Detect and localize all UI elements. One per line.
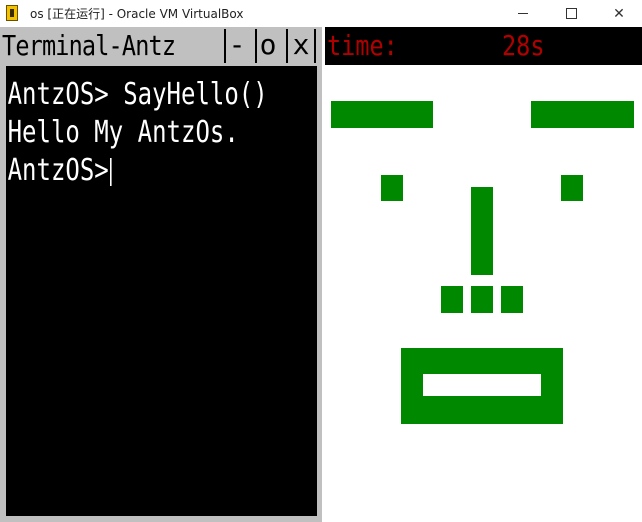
terminal-output[interactable]: AntzOS> SayHello() Hello My AntzOs. Antz… <box>6 66 317 516</box>
vm-screen[interactable]: Terminal-Antz - o x AntzOS> SayHello() H… <box>0 27 642 522</box>
minimize-button[interactable] <box>500 0 546 27</box>
nostril-left <box>441 286 463 313</box>
close-button[interactable]: ✕ <box>596 0 642 27</box>
terminal-minimize-button[interactable]: - <box>224 29 248 63</box>
window-title: os [正在运行] - Oracle VM VirtualBox <box>30 7 244 21</box>
terminal-line-command: AntzOS> SayHello() <box>7 77 268 112</box>
nose-tip <box>471 286 493 313</box>
terminal-titlebar[interactable]: Terminal-Antz - o x <box>0 27 322 65</box>
right-eyebrow <box>531 101 634 128</box>
text-cursor <box>110 157 112 186</box>
terminal-prompt-line[interactable]: AntzOS> <box>6 152 255 190</box>
terminal-prompt: AntzOS> <box>7 153 109 188</box>
timer-label: time: <box>327 29 398 62</box>
terminal-maximize-button[interactable]: o <box>255 29 279 63</box>
left-eyebrow <box>331 101 433 128</box>
terminal-title: Terminal-Antz <box>2 29 176 62</box>
maximize-button[interactable] <box>548 0 594 27</box>
nostril-right <box>501 286 523 313</box>
nose-bridge <box>471 187 493 275</box>
virtualbox-app-icon <box>6 5 18 21</box>
mouth-opening <box>423 374 541 396</box>
left-eye <box>381 175 403 201</box>
timer-value: 28s <box>502 29 545 62</box>
timer-bar: time: 28s <box>325 27 642 65</box>
close-icon: ✕ <box>613 5 625 22</box>
face-drawing <box>325 65 642 522</box>
terminal-close-button[interactable]: x <box>286 29 316 63</box>
window-titlebar: os [正在运行] - Oracle VM VirtualBox ✕ <box>0 0 642 27</box>
terminal-window: Terminal-Antz - o x AntzOS> SayHello() H… <box>0 27 322 522</box>
right-eye <box>561 175 583 201</box>
terminal-line-output: Hello My AntzOs. <box>7 115 239 150</box>
maximize-icon <box>565 8 577 19</box>
minimize-icon <box>518 13 528 14</box>
